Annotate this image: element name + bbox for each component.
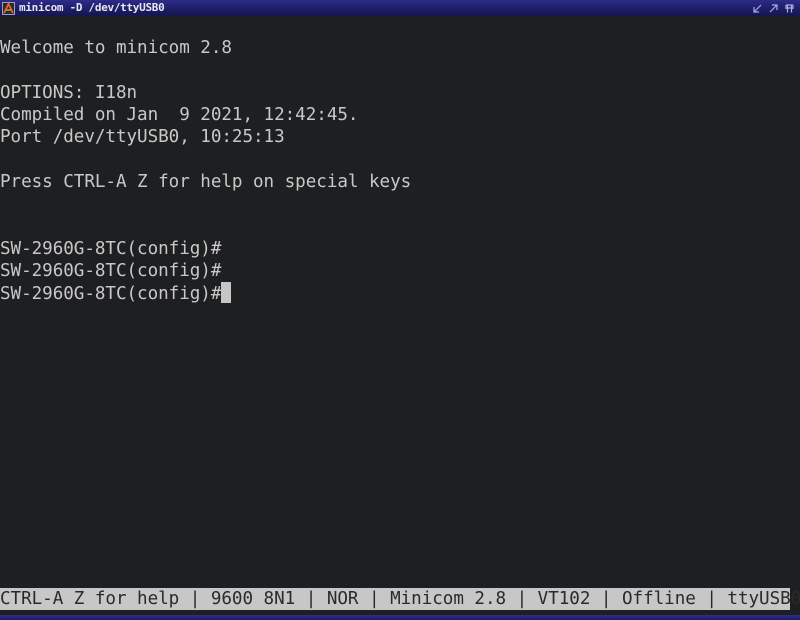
arrow-up-right-icon [769, 3, 778, 12]
window-bottom-border[interactable] [0, 615, 800, 620]
active-prompt-line[interactable]: SW-2960G-8TC(config)# [0, 282, 800, 304]
terminal-line: Port /dev/ttyUSB0, 10:25:13 [0, 127, 285, 148]
status-bar: CTRL-A Z for help | 9600 8N1 | NOR | Min… [0, 588, 800, 610]
maximize-button[interactable] [769, 3, 778, 13]
prompt-text: SW-2960G-8TC(config)# [0, 284, 222, 305]
title-bar[interactable]: minicom -D /dev/ttyUSB0 [0, 0, 800, 16]
terminal-line: Compiled on Jan 9 2021, 12:42:45. [0, 104, 359, 125]
terminal-line: OPTIONS: I18n [0, 82, 138, 103]
window-controls [753, 0, 794, 16]
minimize-button[interactable] [753, 4, 762, 13]
window-menu-icon [785, 3, 794, 12]
prompt-line: SW-2960G-8TC(config)# [0, 260, 222, 281]
menu-button[interactable] [785, 3, 794, 13]
terminal-app-icon[interactable] [2, 1, 15, 15]
text-cursor [221, 282, 232, 304]
window-title: minicom -D /dev/ttyUSB0 [19, 1, 165, 14]
terminal-window: minicom -D /dev/ttyUSB0 Welcome to minic… [0, 0, 800, 620]
arrow-down-left-icon [753, 4, 762, 13]
terminal-line: Welcome to minicom 2.8 [0, 38, 232, 58]
prompt-line: SW-2960G-8TC(config)# [0, 238, 222, 259]
terminal-line: Press CTRL-A Z for help on special keys [0, 171, 412, 192]
terminal-output[interactable]: Welcome to minicom 2.8 OPTIONS: I18n Com… [0, 37, 800, 305]
